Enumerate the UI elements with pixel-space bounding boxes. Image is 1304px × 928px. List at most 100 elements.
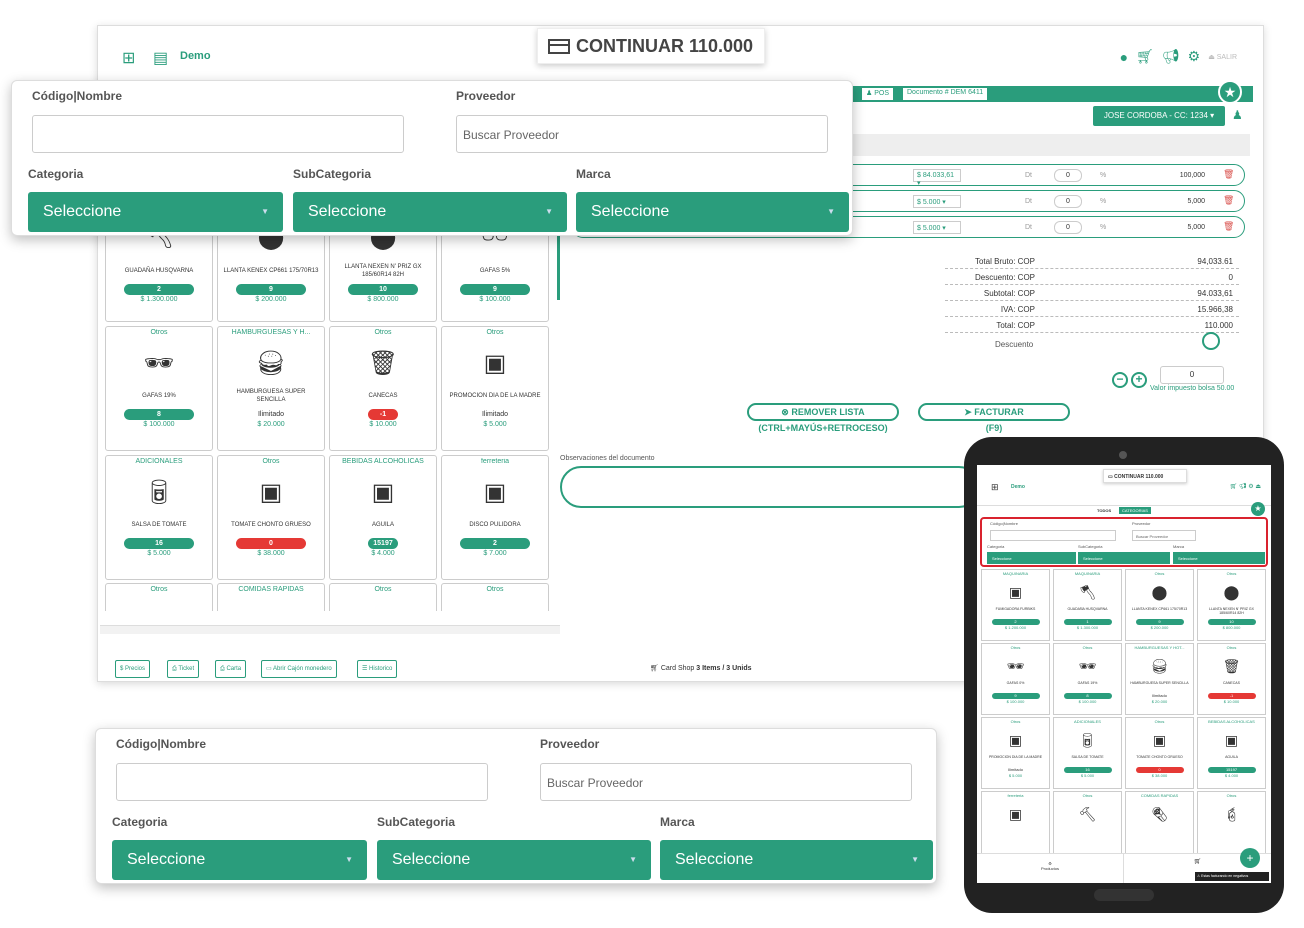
trash-icon[interactable]: 🗑︎ (1223, 221, 1234, 232)
user-settings-icon[interactable]: ♟ (1232, 108, 1243, 122)
add-fab-button[interactable]: + (1240, 848, 1260, 868)
megaphone-icon[interactable]: 📢︎ (1162, 48, 1180, 65)
star-icon[interactable]: ★ (1251, 502, 1265, 516)
discount-input[interactable]: 0 (1054, 169, 1082, 182)
plus-button[interactable]: + (1131, 372, 1147, 388)
product-card[interactable]: HAMBURGUESAS Y H... 🍔︎ HAMBURGUESA SUPER… (217, 326, 325, 451)
bolsa-input[interactable]: 0 (1160, 366, 1224, 384)
item-price-select[interactable]: $ 84.033,61 ▾ (913, 169, 961, 187)
minus-button[interactable]: − (1112, 372, 1128, 388)
discount-input[interactable]: 0 (1054, 195, 1082, 208)
proveedor-label: Proveedor (1132, 521, 1151, 526)
product-card[interactable]: ferreteria ▣ DISCO PULIDORA 2 $ 7.000 (441, 455, 549, 580)
continuar-button[interactable]: CONTINUAR 110.000 (537, 28, 765, 64)
tablet-tab-categorias[interactable]: CATEGORIAS (1119, 507, 1151, 514)
facturar-button[interactable]: ➤ FACTURAR (918, 403, 1070, 421)
marca-select[interactable]: Seleccione (1173, 552, 1265, 564)
product-price: $ 10.000 (369, 421, 397, 428)
remover-lista-button[interactable]: ⊗ REMOVER LISTA (747, 403, 899, 421)
codigo-input[interactable] (32, 115, 404, 153)
proveedor-input[interactable]: Buscar Proveedor (1132, 530, 1196, 541)
carta-button[interactable]: ⎙ Carta (215, 660, 247, 678)
facturar-shortcut: (F9) (985, 423, 1003, 433)
subcategoria-select[interactable]: Seleccione (1078, 552, 1170, 564)
ticket-button[interactable]: ⎙ Ticket (167, 660, 200, 678)
proveedor-input[interactable]: Buscar Proveedor (540, 763, 912, 801)
grid-menu-icon[interactable]: ⊞ (122, 48, 135, 68)
codigo-input[interactable] (990, 530, 1116, 541)
tablet-product-card[interactable]: Otros ⬤ LLANTA KENEX CP661 175/70R13 9 $ 200… (1125, 569, 1194, 641)
logout-button[interactable]: ⏏ SALIR (1208, 53, 1237, 61)
descuento-toggle[interactable] (1202, 332, 1220, 350)
units-count: 3 Unids (726, 665, 752, 672)
historico-button[interactable]: ☰ Historico (357, 660, 398, 678)
product-card[interactable]: Otros 🕶︎ GAFAS 19% 8 $ 100.000 (105, 326, 213, 451)
tablet-header-icons[interactable]: 🛒︎ 📢︎ ⚙ ⏏ (1230, 483, 1261, 490)
tablet-continuar-button[interactable]: ▭ CONTINUAR 110.000 (1103, 469, 1187, 483)
burger-icon: 🍔︎ (255, 349, 287, 377)
pos-tab[interactable]: ♟ POS (862, 88, 894, 100)
tablet-product-card[interactable]: Otros ⬤ LLANTA NEXEN N' PRIZ GX 185/60R14 … (1197, 569, 1266, 641)
tablet-product-card[interactable]: Otros 🕶︎ GAFAS 19% 8 $ 100.000 (1053, 643, 1122, 715)
tablet-product-card[interactable]: ADICIONALES 🥫︎ SALSA DE TOMATE 16 $ 5.000 (1053, 717, 1122, 789)
product-name (1198, 829, 1265, 839)
product-card[interactable]: BEBIDAS ALCOHOLICAS ▣ AGUILA 15197 $ 4.0… (329, 455, 437, 580)
grid-menu-icon[interactable]: ⊞ (991, 482, 999, 493)
observaciones-input[interactable] (560, 466, 980, 508)
item-price-select[interactable]: $ 5.000 ▾ (913, 195, 961, 208)
brand-name[interactable]: Demo (180, 50, 211, 62)
tablet-product-card[interactable]: Otros 🗑︎ CANECAS -1 $ 10.000 (1197, 643, 1266, 715)
grid-scrollbar[interactable] (557, 230, 560, 300)
product-name: GAFAS 19% (1077, 681, 1098, 685)
tablet-product-card[interactable]: MAQUINARIA ▣ FUMIGADORA FURBIKS 2 $ 1.200.00… (981, 569, 1050, 641)
product-card[interactable]: Otros 🗑︎ CANECAS -1 $ 10.000 (329, 326, 437, 451)
categoria-select[interactable]: Seleccione ▼ (112, 840, 367, 880)
item-price-select[interactable]: $ 5.000 ▾ (913, 221, 961, 234)
trash-icon[interactable]: 🗑︎ (1223, 195, 1234, 206)
product-card[interactable]: ADICIONALES 🥫︎ SALSA DE TOMATE 16 $ 5.00… (105, 455, 213, 580)
codigo-input[interactable] (116, 763, 488, 801)
marca-value: Seleccione (591, 203, 670, 220)
tablet-product-card[interactable]: Otros 🕶︎ GAFAS 0% 9 $ 100.000 (981, 643, 1050, 715)
product-card[interactable]: Otros (329, 583, 437, 611)
subcategoria-select[interactable]: Seleccione ▼ (293, 192, 567, 232)
product-stock: Ilimitado (481, 411, 509, 418)
discount-input[interactable]: 0 (1054, 221, 1082, 234)
product-card[interactable]: COMIDAS RAPIDAS (217, 583, 325, 611)
product-price: $ 1.200.000 (1004, 625, 1027, 630)
tablet-product-card[interactable]: BEBIDAS ALCOHOLICAS ▣ AGUILA 15197 $ 4.000 (1197, 717, 1266, 789)
trash-icon[interactable]: 🗑︎ (1223, 169, 1234, 180)
tablet-product-card[interactable]: HAMBURGUESAS Y HOT... 🍔︎ HAMBURGUESA SUPER… (1125, 643, 1194, 715)
product-image: 🗑︎ (1222, 657, 1241, 674)
categoria-select[interactable]: Seleccione (987, 552, 1076, 564)
marca-select[interactable]: Seleccione ▼ (660, 840, 933, 880)
product-card[interactable]: Otros ▣ PROMOCION DIA DE LA MADRE Ilimit… (441, 326, 549, 451)
tablet-product-card[interactable]: Otros ▣ TOMATE CHONTO GRUESO 0 $ 38.000 (1125, 717, 1194, 789)
tablet-product-card[interactable]: MAQUINARIA 🪓︎ GUADAÑA HUSQVARNA 1 $ 1.300.00… (1053, 569, 1122, 641)
gear-icon[interactable]: ⚙ (1188, 48, 1201, 65)
marca-select[interactable]: Seleccione ▼ (576, 192, 849, 232)
product-image: ⬤ (1151, 583, 1168, 600)
product-card[interactable]: Otros ▣ TOMATE CHONTO GRUESO 0 $ 38.000 (217, 455, 325, 580)
product-card[interactable]: Otros (441, 583, 549, 611)
categoria-select[interactable]: Seleccione ▼ (28, 192, 283, 232)
user-icon[interactable]: ● (1120, 49, 1128, 65)
tablet-brand[interactable]: Demo (1011, 484, 1025, 490)
remover-shortcut: (CTRL+MAYÚS+RETROCESO) (758, 423, 888, 433)
precios-button[interactable]: $ Precios (115, 660, 151, 678)
home-button[interactable] (1094, 889, 1154, 901)
abrir-cajon-button[interactable]: ▭ Abrir Cajón monedero (261, 660, 337, 678)
product-price: $ 200.000 (255, 296, 287, 303)
product-card[interactable]: Otros (105, 583, 213, 611)
horizontal-scrollbar[interactable] (100, 625, 560, 634)
client-select[interactable]: JOSE CORDOBA - CC: 1234 ▾ (1093, 106, 1225, 126)
tablet-products-tab[interactable]: ⚙ Productos (977, 854, 1124, 883)
subcategoria-select[interactable]: Seleccione ▼ (377, 840, 651, 880)
tablet-product-card[interactable]: Otros ▣ PROMOCION DIA DE LA MADRE Ilimitado… (981, 717, 1050, 789)
cart-icon[interactable]: 🛒︎ (1136, 48, 1154, 65)
store-icon[interactable]: ▤ (153, 48, 168, 68)
tablet-tab-todos[interactable]: TODOS (1097, 508, 1111, 513)
star-icon[interactable]: ★ (1218, 80, 1242, 104)
proveedor-input[interactable]: Buscar Proveedor (456, 115, 828, 153)
product-price: $ 5.000 (147, 550, 171, 557)
